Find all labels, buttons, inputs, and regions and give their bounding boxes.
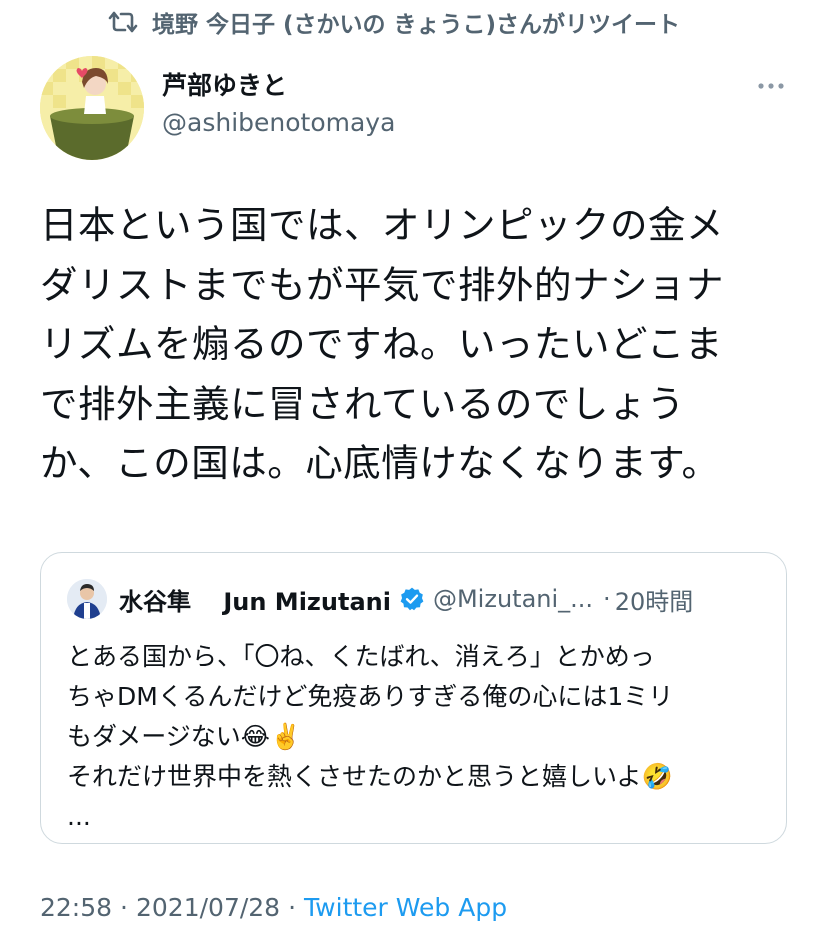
source-app-link[interactable]: Twitter Web App: [304, 893, 507, 922]
quoted-author-handle: @Mizutani_...: [432, 585, 594, 613]
quoted-tweet-card[interactable]: 水谷隼 Jun Mizutani @Mizutani_... · 20時間 とあ…: [40, 552, 787, 844]
more-options-icon[interactable]: [757, 80, 785, 92]
footer-separator: ·: [120, 892, 128, 922]
author-handle[interactable]: @ashibenotomaya: [162, 106, 395, 140]
tweet-text: 日本という国では、オリンピックの金メ ダリストまでもが平気で排外的ナショナ リズ…: [40, 203, 724, 485]
quoted-author-avatar: [67, 579, 107, 619]
retweet-icon: [108, 11, 138, 33]
retweet-context-text: 境野 今日子 (さかいの きょうこ)さんがリツイート: [152, 12, 681, 38]
quoted-separator: ·: [603, 585, 611, 613]
author-avatar[interactable]: [40, 56, 144, 160]
quoted-tweet-header: 水谷隼 Jun Mizutani @Mizutani_... · 20時間: [67, 579, 693, 619]
quoted-timestamp: 20時間: [614, 587, 694, 616]
quoted-author-name: 水谷隼 Jun Mizutani: [119, 587, 391, 616]
author-info[interactable]: 芦部ゆきと @ashibenotomaya: [162, 70, 395, 140]
quoted-avatar-image: [67, 579, 107, 619]
quoted-tweet-text: とある国から、「〇ね、くたばれ、消えろ」とかめっ ちゃDMくるんだけど免疫ありす…: [67, 642, 674, 831]
verified-badge-icon: [400, 587, 424, 611]
tweet-time[interactable]: 22:58: [40, 893, 112, 922]
tweet-metadata: 22:58 · 2021/07/28 · Twitter Web App: [40, 890, 507, 924]
avatar-image: [40, 56, 144, 160]
footer-separator: ·: [288, 892, 297, 922]
retweet-context[interactable]: 境野 今日子 (さかいの きょうこ)さんがリツイート: [108, 6, 680, 38]
author-display-name[interactable]: 芦部ゆきと: [162, 70, 395, 102]
tweet-date[interactable]: 2021/07/28: [136, 893, 280, 922]
tweet-detail: 境野 今日子 (さかいの きょうこ)さんがリツイート 芦部ゆきと @ashibe…: [0, 0, 827, 925]
